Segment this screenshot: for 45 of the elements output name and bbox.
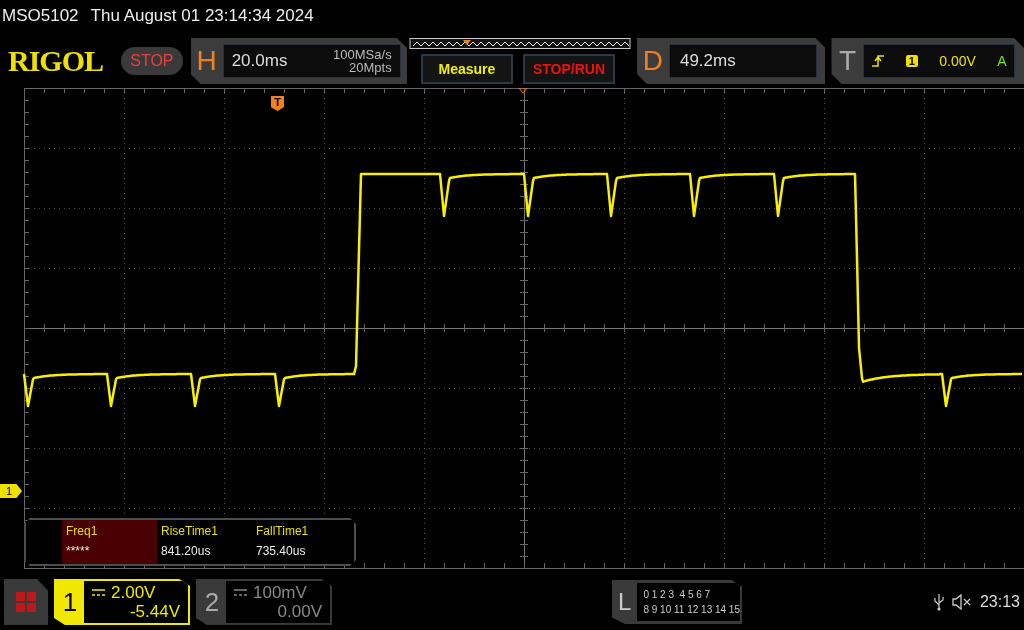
date-time: Thu August 01 23:14:34 2024 (90, 6, 314, 26)
trigger-position-marker[interactable]: T (271, 96, 284, 111)
logic-panel[interactable]: L 0 1 2 3 4 5 6 7 8 9 10 11 12 13 14 15 (612, 580, 742, 624)
dc-coupling-icon (92, 589, 105, 596)
vertical-offset: -5.44V (128, 602, 180, 621)
memory-position-bar-icon (408, 38, 631, 50)
delay-value: 49.2ms (679, 51, 736, 71)
horizontal-panel[interactable]: H 20.0ms 100MSa/s 20Mpts (190, 38, 407, 84)
trigger-level: 0.00V (939, 53, 976, 69)
delay-panel[interactable]: D 49.2ms (636, 38, 826, 84)
channel-panel[interactable]: 1 2.00V -5.44V (54, 579, 190, 625)
measurement-cell[interactable]: Freq1 ***** (62, 520, 157, 564)
timebase-value: 20.0ms (231, 51, 288, 71)
delay-label: D (641, 45, 665, 77)
brand-logo: RIGOL (8, 44, 105, 78)
dc-coupling-icon (234, 589, 247, 596)
logic-label: L (617, 588, 633, 616)
memory-depth: 20Mpts (348, 61, 392, 74)
channel-number: 2 (203, 585, 221, 619)
channel-panel[interactable]: 2 100mV 0.00V (196, 579, 332, 625)
measurement-cell[interactable]: FallTime1 735.40us (252, 520, 347, 564)
vertical-scale: 100mV (253, 583, 307, 602)
vertical-scale: 2.00V (111, 583, 156, 602)
stop-run-button[interactable]: STOP/RUN (522, 54, 615, 84)
trigger-panel[interactable]: T 1 0.00V A (831, 38, 1024, 84)
trigger-label: T (837, 45, 858, 77)
channel-number: 1 (61, 585, 79, 619)
grid-menu-icon (16, 592, 36, 612)
speaker-muted-icon[interactable] (951, 594, 972, 610)
digital-channel-numbers: 8 9 10 11 12 13 14 15 (643, 604, 740, 615)
digital-channel-numbers: 0 1 2 3 4 5 6 7 (643, 589, 712, 600)
channel-offset-marker[interactable]: 1 (0, 484, 22, 498)
sample-rate: 100MSa/s (333, 48, 392, 61)
vertical-offset: 0.00V (276, 602, 322, 621)
usb-icon (933, 593, 944, 611)
rising-edge-icon (872, 55, 885, 67)
trigger-mode: A (997, 53, 1007, 69)
clock-time: 23:13 (979, 593, 1020, 611)
trigger-source-badge: 1 (905, 55, 918, 67)
measure-button[interactable]: Measure (420, 54, 513, 84)
trigger-level-marker-icon (518, 88, 528, 94)
measurement-cell[interactable]: RiseTime1 841.20us (157, 520, 252, 564)
menu-button[interactable] (4, 579, 48, 625)
horizontal-label: H (195, 45, 218, 77)
model-name: MSO5102 (2, 6, 79, 26)
